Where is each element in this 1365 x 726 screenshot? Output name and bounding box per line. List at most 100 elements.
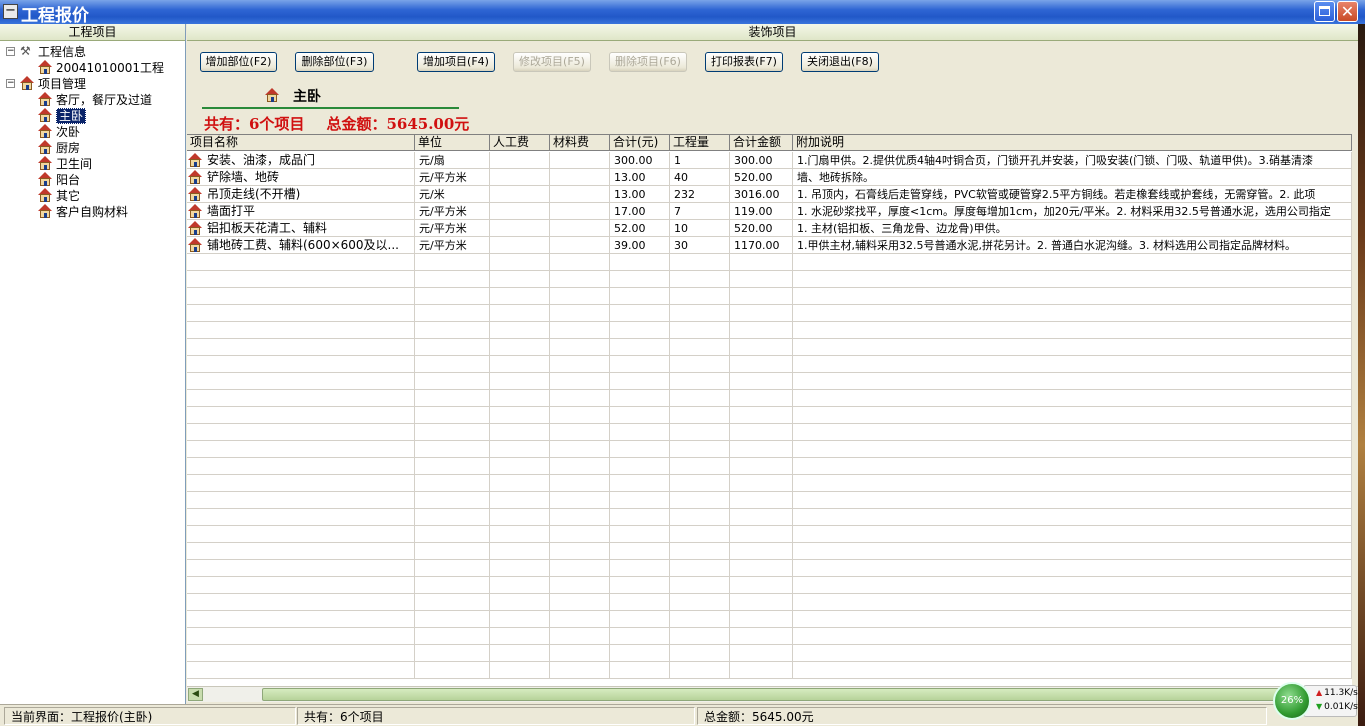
cell-material-cost[interactable] — [550, 662, 610, 679]
cell-unit[interactable] — [415, 594, 490, 611]
close-button[interactable]: ✕ — [1337, 1, 1358, 22]
cell-notes[interactable]: 1. 吊顶内，石膏线后走管穿线，PVC软管或硬管穿2.5平方铜线。若走橡套线或护… — [793, 186, 1352, 203]
delete-item-button[interactable]: 删除项目(F6) — [609, 52, 687, 72]
cell-material-cost[interactable] — [550, 543, 610, 560]
cell-notes[interactable] — [793, 441, 1352, 458]
cell-material-cost[interactable] — [550, 458, 610, 475]
cell-notes[interactable] — [793, 645, 1352, 662]
cell-item-name[interactable] — [187, 390, 415, 407]
cell-item-name[interactable] — [187, 288, 415, 305]
cell-subtotal[interactable] — [610, 645, 670, 662]
cell-labor-cost[interactable] — [490, 339, 550, 356]
cell-notes[interactable] — [793, 288, 1352, 305]
cell-labor-cost[interactable] — [490, 543, 550, 560]
cell-labor-cost[interactable] — [490, 220, 550, 237]
cell-quantity[interactable] — [670, 424, 730, 441]
cell-item-name[interactable] — [187, 645, 415, 662]
cell-quantity[interactable] — [670, 509, 730, 526]
cell-material-cost[interactable] — [550, 203, 610, 220]
cell-item-name[interactable] — [187, 305, 415, 322]
cell-total-amount[interactable] — [730, 662, 793, 679]
cell-item-name[interactable] — [187, 458, 415, 475]
cell-notes[interactable] — [793, 424, 1352, 441]
cell-labor-cost[interactable] — [490, 356, 550, 373]
cell-notes[interactable]: 1.甲供主材,辅料采用32.5号普通水泥,拼花另计。2. 普通白水泥沟缝。3. … — [793, 237, 1352, 254]
cell-total-amount[interactable] — [730, 458, 793, 475]
cell-total-amount[interactable] — [730, 628, 793, 645]
cell-material-cost[interactable] — [550, 390, 610, 407]
cell-notes[interactable] — [793, 492, 1352, 509]
table-row[interactable]: 吊顶走线(不开槽) 元/米 13.00 232 3016.00 1. 吊顶内，石膏线后走管… — [187, 186, 1352, 203]
cell-total-amount[interactable] — [730, 305, 793, 322]
cell-material-cost[interactable] — [550, 645, 610, 662]
table-row[interactable]: 安装、油漆，成品门 元/扇 300.00 1 300.00 1.门扇甲供。2.提供优质4轴… — [187, 152, 1352, 169]
cell-total-amount[interactable] — [730, 526, 793, 543]
cell-item-name[interactable]: 吊顶走线(不开槽) — [187, 186, 415, 203]
table-row[interactable] — [187, 322, 1352, 339]
cell-subtotal[interactable] — [610, 305, 670, 322]
cell-unit[interactable] — [415, 526, 490, 543]
cell-quantity[interactable] — [670, 373, 730, 390]
header-col-quantity[interactable]: 工程量 — [670, 135, 730, 151]
cell-quantity[interactable] — [670, 288, 730, 305]
cell-labor-cost[interactable] — [490, 611, 550, 628]
cell-labor-cost[interactable] — [490, 407, 550, 424]
cell-total-amount[interactable] — [730, 492, 793, 509]
cell-material-cost[interactable] — [550, 356, 610, 373]
cell-unit[interactable] — [415, 628, 490, 645]
cell-subtotal[interactable] — [610, 492, 670, 509]
cell-material-cost[interactable] — [550, 424, 610, 441]
cell-labor-cost[interactable] — [490, 594, 550, 611]
cell-item-name[interactable] — [187, 594, 415, 611]
table-row[interactable] — [187, 288, 1352, 305]
cell-total-amount[interactable]: 1170.00 — [730, 237, 793, 254]
cell-material-cost[interactable] — [550, 611, 610, 628]
cell-notes[interactable] — [793, 475, 1352, 492]
cell-item-name[interactable] — [187, 492, 415, 509]
cell-item-name[interactable] — [187, 560, 415, 577]
cell-item-name[interactable] — [187, 441, 415, 458]
cell-subtotal[interactable]: 13.00 — [610, 169, 670, 186]
cell-total-amount[interactable]: 119.00 — [730, 203, 793, 220]
items-table[interactable]: 项目名称 单位 人工费 材料费 合计(元) 工程量 合计金额 附加说明 安装、油漆，成品门 元/… — [187, 134, 1352, 686]
cell-quantity[interactable] — [670, 458, 730, 475]
cell-item-name[interactable] — [187, 509, 415, 526]
cell-subtotal[interactable] — [610, 475, 670, 492]
cell-unit[interactable] — [415, 645, 490, 662]
cell-quantity[interactable] — [670, 577, 730, 594]
tree-item[interactable]: 主卧 — [38, 108, 87, 124]
cell-quantity[interactable] — [670, 526, 730, 543]
cell-subtotal[interactable]: 39.00 — [610, 237, 670, 254]
cell-notes[interactable] — [793, 628, 1352, 645]
cell-quantity[interactable] — [670, 645, 730, 662]
cell-material-cost[interactable] — [550, 339, 610, 356]
cell-unit[interactable] — [415, 407, 490, 424]
table-row[interactable] — [187, 475, 1352, 492]
cell-labor-cost[interactable] — [490, 662, 550, 679]
tree-item[interactable]: 其它 — [38, 188, 80, 204]
tree-item[interactable]: − ⚒ 工程信息 — [6, 44, 86, 60]
cell-quantity[interactable] — [670, 356, 730, 373]
cell-item-name[interactable] — [187, 271, 415, 288]
cell-quantity[interactable] — [670, 271, 730, 288]
table-row[interactable] — [187, 305, 1352, 322]
cell-quantity[interactable] — [670, 254, 730, 271]
cell-notes[interactable] — [793, 560, 1352, 577]
cell-material-cost[interactable] — [550, 152, 610, 169]
cell-labor-cost[interactable] — [490, 203, 550, 220]
cell-notes[interactable] — [793, 407, 1352, 424]
cell-notes[interactable] — [793, 458, 1352, 475]
cell-subtotal[interactable] — [610, 526, 670, 543]
cell-notes[interactable] — [793, 373, 1352, 390]
cell-labor-cost[interactable] — [490, 577, 550, 594]
table-row[interactable]: 墙面打平 元/平方米 17.00 7 119.00 1. 水泥砂浆找平，厚度<1cm。厚度… — [187, 203, 1352, 220]
cell-item-name[interactable] — [187, 356, 415, 373]
cell-unit[interactable] — [415, 271, 490, 288]
table-row[interactable] — [187, 390, 1352, 407]
cell-unit[interactable]: 元/平方米 — [415, 220, 490, 237]
cell-notes[interactable] — [793, 322, 1352, 339]
cell-labor-cost[interactable] — [490, 645, 550, 662]
cell-item-name[interactable]: 安装、油漆，成品门 — [187, 152, 415, 169]
cell-labor-cost[interactable] — [490, 373, 550, 390]
system-menu-icon[interactable]: − — [3, 4, 18, 19]
